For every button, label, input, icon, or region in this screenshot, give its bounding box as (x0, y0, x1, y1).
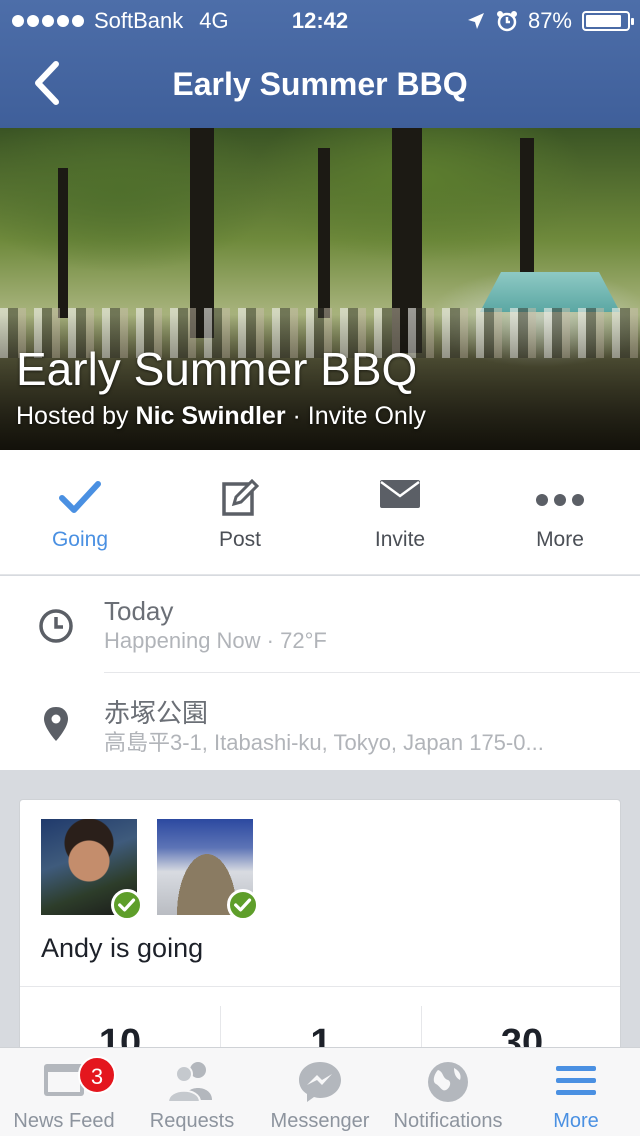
event-location-row[interactable]: 赤塚公園 高島平3-1, Itabashi-ku, Tokyo, Japan 1… (0, 673, 640, 769)
going-label: Going (51, 528, 109, 551)
more-button[interactable]: More (480, 450, 640, 575)
host-name-link[interactable]: Nic Swindler (136, 402, 286, 430)
compose-icon (222, 478, 260, 516)
checkmark-icon (59, 481, 101, 513)
event-date: Today (104, 596, 174, 626)
avatar[interactable] (41, 819, 143, 921)
notification-badge: 3 (78, 1056, 116, 1094)
battery-icon (582, 11, 634, 31)
hamburger-icon (556, 1066, 596, 1095)
event-time-row[interactable]: Today Happening Now · 72°F (0, 576, 640, 673)
friends-icon (166, 1062, 212, 1102)
going-button[interactable]: Going (0, 450, 160, 575)
globe-icon (428, 1062, 468, 1102)
location-arrow-icon (467, 13, 484, 29)
tab-label: Requests (149, 1110, 235, 1132)
messenger-icon (299, 1062, 341, 1102)
invite-button[interactable]: Invite (320, 450, 480, 575)
battery-percent: 87% (527, 8, 572, 33)
tab-bar: 3 News Feed Requests Messenger Notificat… (0, 1047, 640, 1136)
tab-messenger[interactable]: Messenger (256, 1048, 384, 1136)
more-dots-icon (536, 494, 584, 506)
tab-label: More (553, 1110, 599, 1132)
post-label: Post (218, 528, 262, 551)
avatar[interactable] (157, 819, 259, 921)
attendance-summary: Andy is going (41, 933, 204, 963)
privacy-label: · Invite Only (292, 402, 426, 430)
hosted-by-label: Hosted by (16, 402, 129, 430)
attendance-card: Andy is going 10 1 30 (19, 799, 621, 1059)
envelope-icon (380, 480, 420, 508)
event-cover-photo[interactable]: Early Summer BBQ Hosted by Nic Swindler … (0, 128, 640, 450)
invite-label: Invite (374, 528, 426, 551)
top-bar: SoftBank 4G 12:42 87% Early Summer BBQ (0, 0, 640, 128)
tab-requests[interactable]: Requests (128, 1048, 256, 1136)
navigation-bar: Early Summer BBQ (0, 40, 640, 128)
tab-notifications[interactable]: Notifications (384, 1048, 512, 1136)
tab-label: Notifications (393, 1110, 503, 1132)
tab-news-feed[interactable]: 3 News Feed (0, 1048, 128, 1136)
page-title: Early Summer BBQ (172, 66, 468, 102)
tab-more[interactable]: More (512, 1048, 640, 1136)
event-title: Early Summer BBQ (16, 343, 418, 395)
more-label: More (536, 528, 584, 551)
check-icon (111, 889, 143, 921)
alarm-icon (496, 11, 517, 32)
status-bar: SoftBank 4G 12:42 87% (0, 0, 640, 40)
clock-icon (39, 609, 73, 643)
check-icon (227, 889, 259, 921)
event-actions: Going Post Invite More (0, 450, 640, 575)
event-info: Today Happening Now · 72°F 赤塚公園 高島平3-1, … (0, 576, 640, 770)
event-host-line: Hosted by Nic Swindler · Invite Only (16, 402, 426, 431)
post-button[interactable]: Post (160, 450, 320, 575)
event-time-detail: Happening Now · 72°F (104, 628, 327, 653)
map-pin-icon (44, 707, 68, 741)
location-address: 高島平3-1, Itabashi-ku, Tokyo, Japan 175-0.… (104, 730, 544, 755)
tab-label: Messenger (270, 1110, 370, 1132)
